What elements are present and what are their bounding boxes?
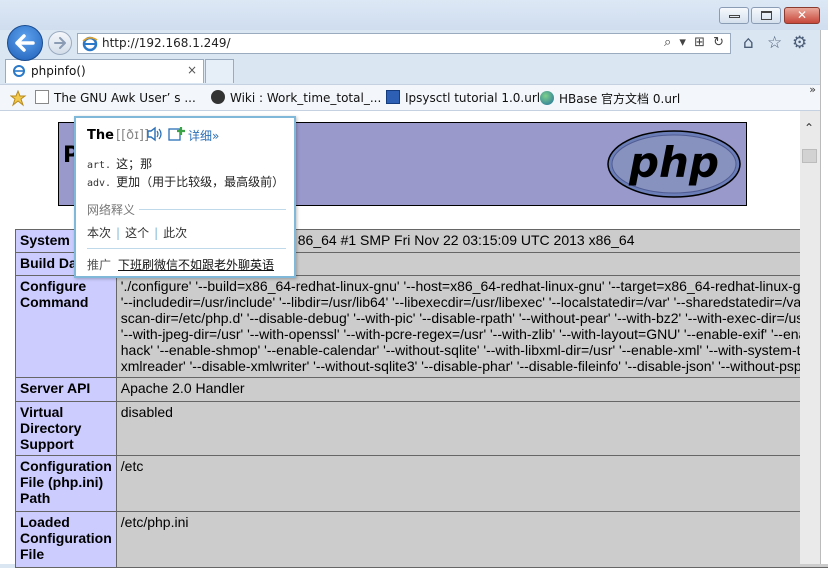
forward-button[interactable] xyxy=(48,31,72,55)
close-icon: ✕ xyxy=(785,8,819,23)
table-row: Server API Apache 2.0 Handler xyxy=(16,378,828,402)
row-key: Virtual Directory Support xyxy=(16,402,117,456)
row-value: /etc/php.ini xyxy=(116,512,828,568)
back-button[interactable] xyxy=(7,25,43,61)
row-value: /etc xyxy=(116,456,828,512)
new-tab-button[interactable] xyxy=(205,59,234,83)
maximize-button[interactable] xyxy=(751,7,781,24)
favorites-star-icon[interactable]: ☆ xyxy=(767,33,782,53)
page-icon xyxy=(35,90,49,104)
row-value: Apache 2.0 Handler xyxy=(116,378,828,402)
tab-phpinfo[interactable]: phpinfo() × xyxy=(5,59,204,83)
favorites-bar: The GNU Awk User’ s ... Wiki : Work_time… xyxy=(0,84,828,111)
popup-word: The xyxy=(87,128,114,143)
dictionary-popup: The [[ðɪ]] 详细» art.这；那 adv.更加（用于比较级，最高级前… xyxy=(74,116,296,278)
favorites-overflow-button[interactable]: » xyxy=(809,83,816,96)
popup-phonetic: [[ðɪ]] xyxy=(116,128,149,143)
ie-icon xyxy=(82,36,98,52)
web-definitions: 本次|这个|此次 xyxy=(87,224,187,241)
speaker-icon[interactable] xyxy=(146,126,164,142)
window-edge xyxy=(820,30,828,111)
add-wordbook-icon[interactable] xyxy=(168,126,186,142)
divider xyxy=(139,209,286,210)
table-row: Configure Command './configure' '--build… xyxy=(16,276,828,378)
maximize-icon xyxy=(761,11,772,20)
row-key: Configure Command xyxy=(16,276,117,378)
divider xyxy=(87,248,286,249)
minimize-icon xyxy=(729,15,740,18)
tab-label: phpinfo() xyxy=(31,64,86,78)
title-bar xyxy=(0,0,828,30)
home-icon[interactable]: ⌂ xyxy=(743,33,754,53)
popup-more-link[interactable]: 详细» xyxy=(188,127,219,144)
favorite-item-gnu-awk[interactable]: The GNU Awk User’ s ... xyxy=(35,90,196,105)
address-text: http://192.168.1.249/ xyxy=(102,36,231,50)
row-key: Configuration File (php.ini) Path xyxy=(16,456,117,512)
favorite-item-wiki[interactable]: Wiki : Work_time_total_... xyxy=(211,90,381,105)
vertical-scrollbar[interactable]: ⌃ xyxy=(800,111,820,564)
document-icon xyxy=(386,90,400,104)
close-window-button[interactable]: ✕ xyxy=(784,7,820,24)
scroll-thumb[interactable] xyxy=(802,149,817,163)
globe-icon xyxy=(540,91,554,105)
web-definition-heading: 网络释义 xyxy=(87,201,135,218)
row-key: Loaded Configuration File xyxy=(16,512,117,568)
promo-link[interactable]: 下班刷微信不如跟老外聊英语 xyxy=(118,256,274,273)
minimize-button[interactable] xyxy=(719,7,749,24)
scroll-up-icon[interactable]: ⌃ xyxy=(804,121,814,135)
table-row: Loaded Configuration File /etc/php.ini xyxy=(16,512,828,568)
wiki-icon xyxy=(211,90,225,104)
phpinfo-table: System 86_64 #1 SMP Fri Nov 22 03:15:09 … xyxy=(15,229,828,568)
favorite-item-hbase[interactable]: HBase 官方文档 0.url xyxy=(540,90,680,107)
favorites-center-icon[interactable] xyxy=(10,90,27,107)
promo-label: 推广 xyxy=(87,256,111,273)
row-value: './configure' '--build=x86_64-redhat-lin… xyxy=(116,276,828,378)
address-tools[interactable]: ⌕ ▾ ⊞ ↻ xyxy=(664,35,726,50)
ie-icon xyxy=(12,64,26,78)
php-logo: php xyxy=(606,129,742,199)
table-row: Virtual Directory Support disabled xyxy=(16,402,828,456)
forward-arrow-icon xyxy=(49,32,71,54)
window-edge xyxy=(820,111,828,564)
definition-art: art.这；那 xyxy=(87,155,152,172)
table-row: Configuration File (php.ini) Path /etc xyxy=(16,456,828,512)
row-value: disabled xyxy=(116,402,828,456)
gear-icon[interactable]: ⚙ xyxy=(792,33,807,53)
address-bar[interactable]: http://192.168.1.249/ ⌕ ▾ ⊞ ↻ xyxy=(77,33,731,54)
favorite-item-ipsysctl[interactable]: Ipsysctl tutorial 1.0.url xyxy=(386,90,540,105)
php-logo-text: php xyxy=(628,138,719,187)
row-key: Server API xyxy=(16,378,117,402)
definition-adv: adv.更加（用于比较级，最高级前） xyxy=(87,173,284,190)
back-arrow-icon xyxy=(8,26,42,60)
tab-close-icon[interactable]: × xyxy=(187,63,197,77)
